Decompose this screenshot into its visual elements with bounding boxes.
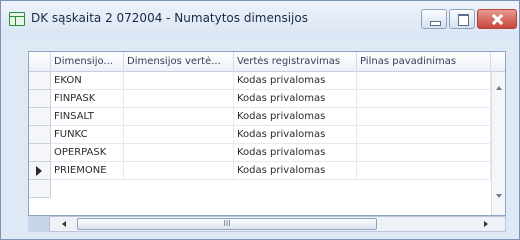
cell-dimension[interactable]: FINPASK [51, 90, 124, 108]
cell-value-posting[interactable]: Kodas privalomas [234, 144, 357, 162]
cell-full-name[interactable] [357, 162, 491, 180]
column-header-value-posting[interactable]: Vertės registravimas [234, 52, 357, 72]
minimize-button[interactable] [421, 9, 447, 29]
current-row-pointer-icon [36, 166, 42, 176]
cell-value-posting[interactable]: Kodas privalomas [234, 126, 357, 144]
cell-dimension-value[interactable] [124, 72, 234, 90]
column-header-dimension[interactable]: Dimensijo... [51, 52, 124, 72]
row-selector[interactable] [29, 144, 51, 162]
cell-dimension-value[interactable] [124, 162, 234, 180]
cell-dimension[interactable]: FINSALT [51, 108, 124, 126]
grid-header: Dimensijo... Dimensijos vertė... Vertės … [29, 52, 505, 72]
cell-dimension-value[interactable] [124, 126, 234, 144]
cell-value-posting[interactable]: Kodas privalomas [234, 72, 357, 90]
cell-dimension[interactable]: EKON [51, 72, 124, 90]
table-icon [9, 12, 25, 26]
scroll-right-arrow-icon[interactable] [484, 221, 488, 227]
cell-full-name[interactable] [357, 108, 491, 126]
grid-corner [28, 216, 50, 232]
cell-full-name[interactable] [357, 144, 491, 162]
scroll-down-arrow-icon[interactable] [496, 194, 502, 198]
cell-dimension[interactable]: PRIEMONE [51, 162, 124, 180]
cell-dimension-value[interactable] [124, 108, 234, 126]
cell-dimension-value[interactable] [124, 144, 234, 162]
column-header-dimension-value[interactable]: Dimensijos vertė... [124, 52, 234, 72]
cell-value-posting[interactable]: Kodas privalomas [234, 108, 357, 126]
cell-dimension[interactable]: OPERPASK [51, 144, 124, 162]
close-button[interactable] [477, 9, 517, 29]
row-selector[interactable] [29, 72, 51, 90]
column-header-full-name[interactable]: Pilnas pavadinimas [357, 52, 491, 72]
title-bar[interactable]: DK sąskaita 2 072004 - Numatytos dimensi… [1, 1, 519, 39]
horizontal-scrollbar[interactable]: III [28, 216, 506, 232]
cell-full-name[interactable] [357, 90, 491, 108]
scroll-left-arrow-icon[interactable] [62, 221, 66, 227]
row-selector[interactable] [29, 126, 51, 144]
vertical-scrollbar[interactable] [491, 72, 505, 215]
cell-value-posting[interactable]: Kodas privalomas [234, 90, 357, 108]
row-selector[interactable] [29, 108, 51, 126]
row-selector[interactable] [29, 90, 51, 108]
cell-dimension-value[interactable] [124, 90, 234, 108]
cell-full-name[interactable] [357, 72, 491, 90]
maximize-button[interactable] [449, 9, 475, 29]
dimensions-grid: Dimensijo... Dimensijos vertė... Vertės … [28, 51, 506, 216]
cell-full-name[interactable] [357, 126, 491, 144]
dialog-window: DK sąskaita 2 072004 - Numatytos dimensi… [0, 0, 520, 240]
row-selector-current[interactable] [29, 162, 51, 180]
row-selector-header [29, 52, 51, 72]
cell-value-posting[interactable]: Kodas privalomas [234, 162, 357, 180]
row-selector-new[interactable] [29, 180, 51, 198]
scrollbar-thumb[interactable]: III [77, 218, 377, 230]
window-title: DK sąskaita 2 072004 - Numatytos dimensi… [31, 11, 308, 25]
cell-dimension[interactable]: FUNKC [51, 126, 124, 144]
scroll-up-arrow-icon[interactable] [496, 86, 502, 90]
